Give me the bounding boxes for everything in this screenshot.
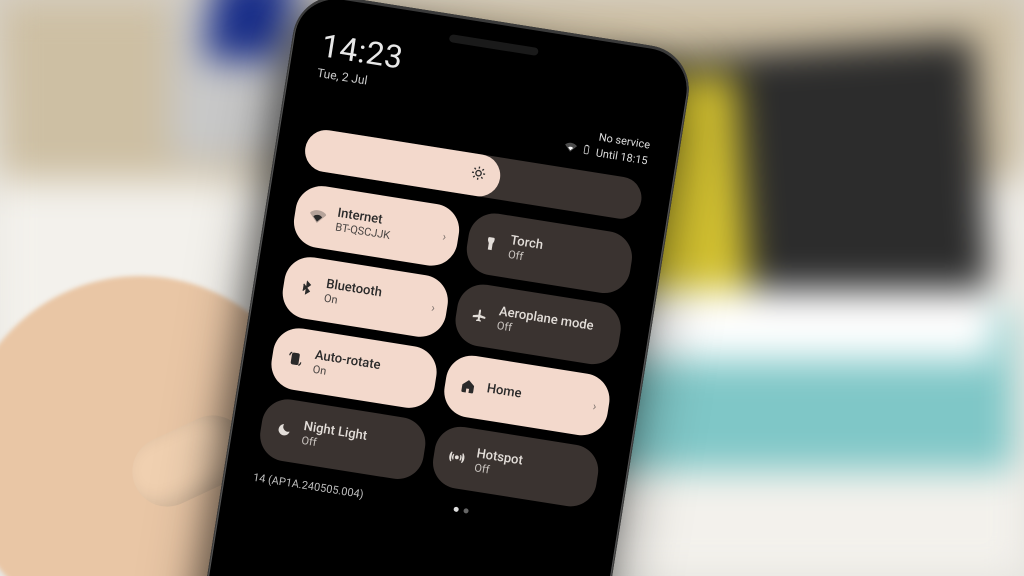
tile-autorotate[interactable]: Auto-rotate On — [268, 325, 441, 412]
tile-hotspot[interactable]: Hotspot Off — [429, 423, 602, 510]
chevron-right-icon: › — [592, 399, 598, 413]
tile-title: Home — [486, 381, 523, 402]
wifi-icon — [563, 140, 577, 157]
page-indicator — [454, 507, 470, 514]
tile-bluetooth[interactable]: Bluetooth On › — [279, 253, 452, 340]
build-label: 14 (AP1A.240505.004) — [252, 471, 364, 501]
airplane-icon — [469, 305, 490, 326]
tile-torch[interactable]: Torch Off — [463, 210, 636, 297]
brightness-icon — [469, 164, 488, 186]
wifi-icon — [307, 206, 328, 227]
tile-nightlight[interactable]: Night Light Off — [256, 396, 429, 483]
torch-icon — [480, 234, 501, 255]
autorotate-icon — [285, 349, 306, 370]
home-icon — [458, 376, 479, 397]
moon-icon — [274, 420, 295, 441]
chevron-right-icon: › — [430, 301, 436, 315]
tile-home[interactable]: Home › — [441, 352, 614, 439]
chevron-right-icon: › — [442, 229, 448, 243]
battery-icon — [579, 143, 593, 160]
tile-internet[interactable]: Internet BT-QSCJJK › — [290, 182, 463, 269]
hotspot-icon — [447, 447, 468, 468]
tile-aeroplane[interactable]: Aeroplane mode Off — [452, 281, 625, 368]
bluetooth-icon — [296, 277, 317, 298]
